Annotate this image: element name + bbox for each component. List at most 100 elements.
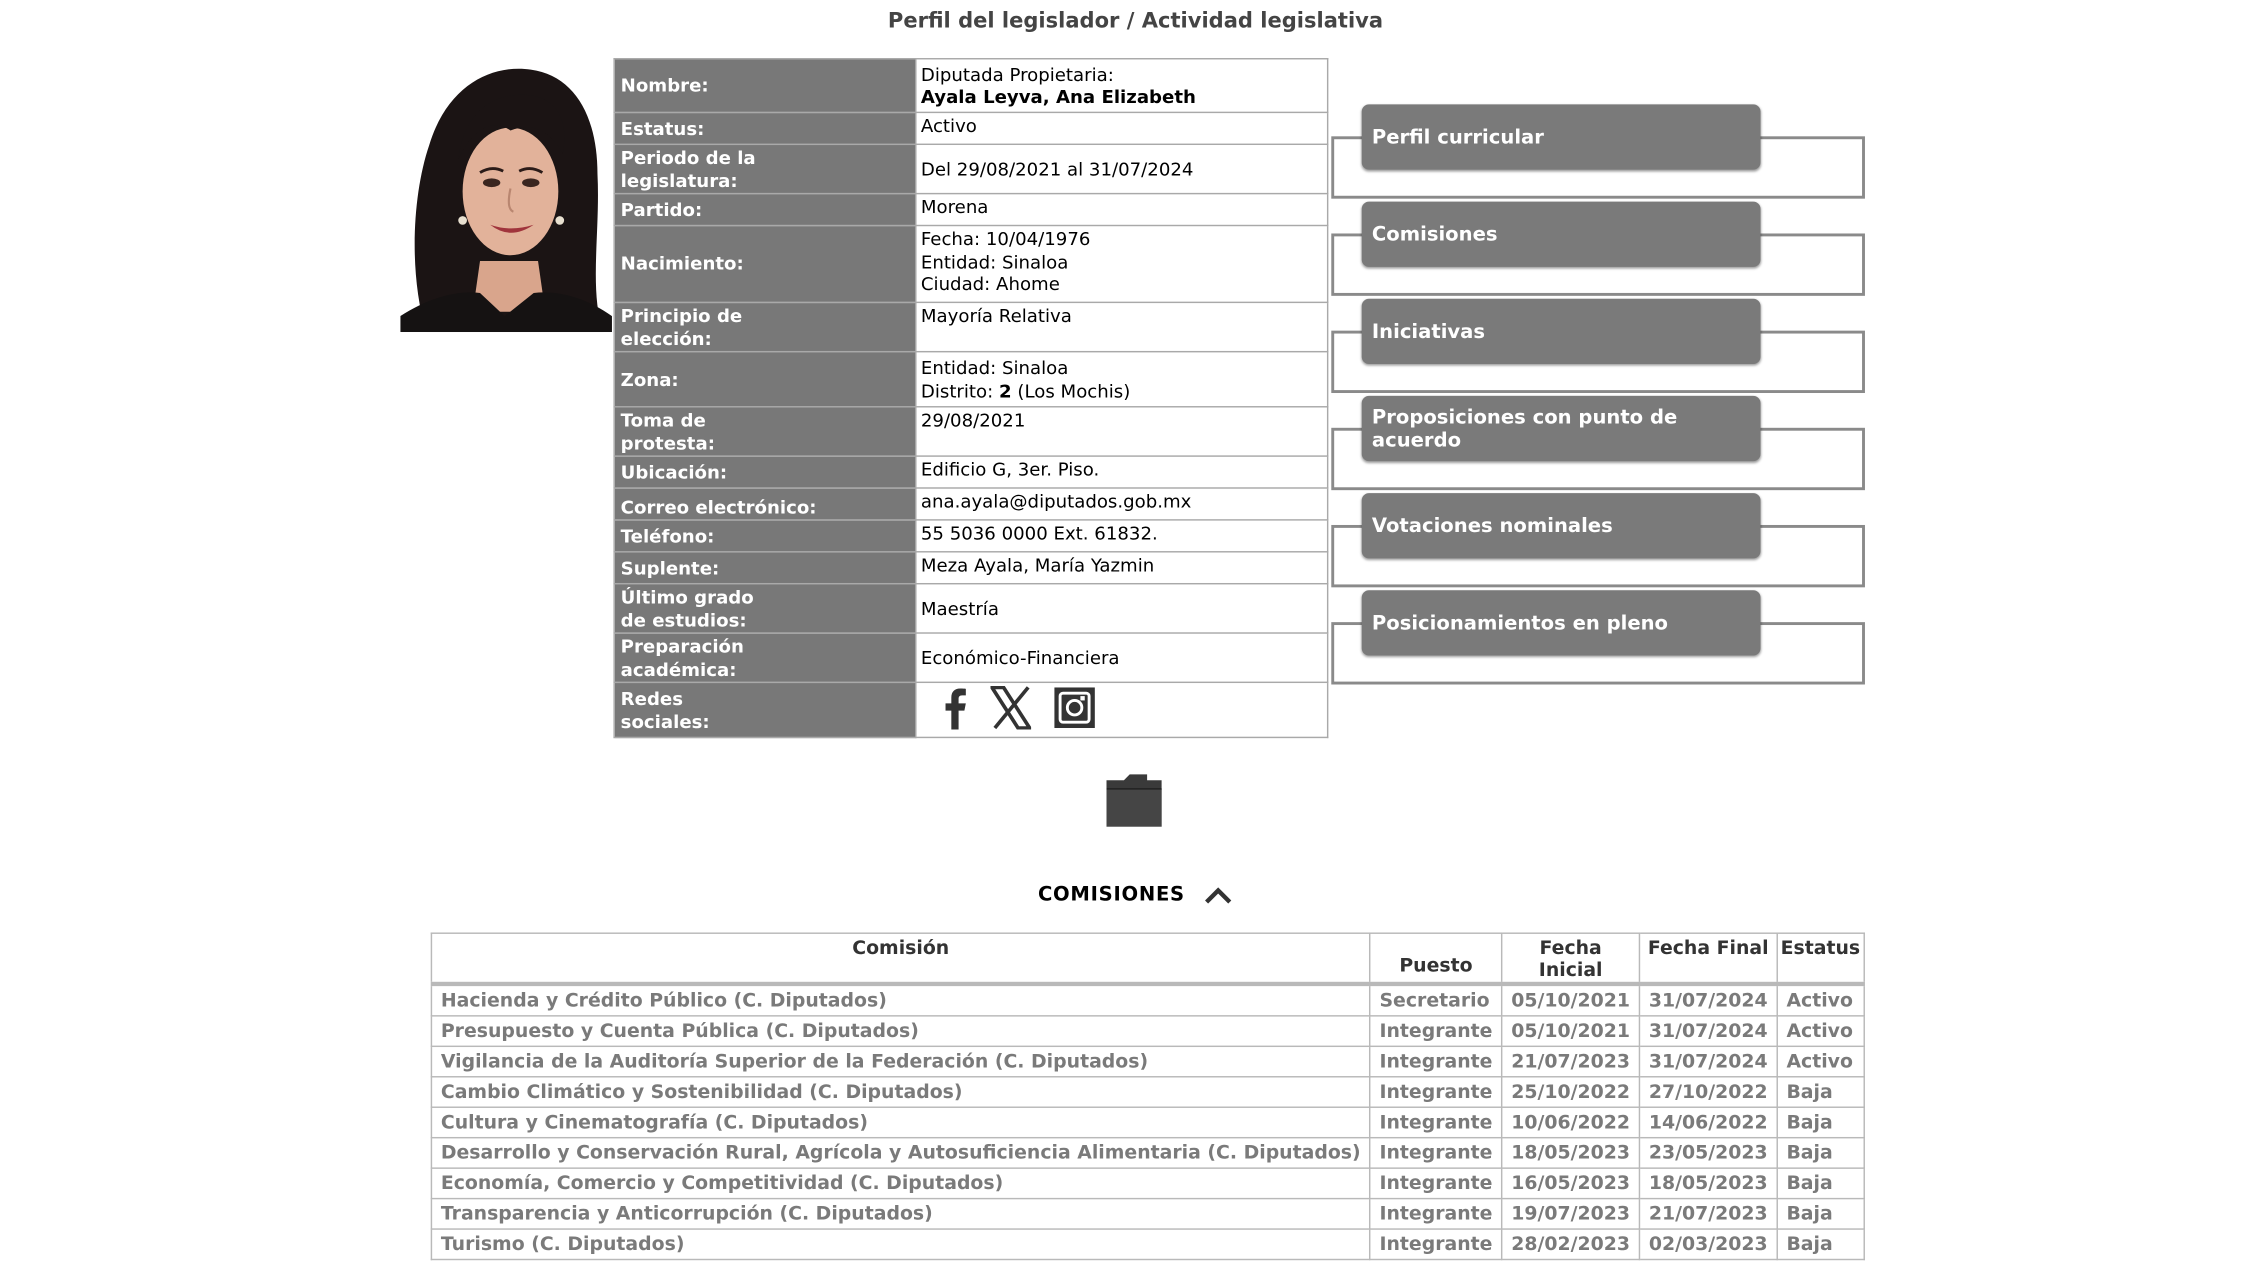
cell-comision[interactable]: Desarrollo y Conservación Rural, Agrícol…	[430, 1136, 1371, 1169]
col-puesto: Puesto	[1369, 932, 1503, 985]
comisiones-button[interactable]: Comisiones	[1361, 201, 1761, 267]
cell-puesto: Integrante	[1369, 1015, 1503, 1048]
cell-fecha-final: 27/10/2022	[1638, 1076, 1778, 1108]
cell-fecha-final: 31/07/2024	[1638, 1045, 1778, 1078]
table-row: Vigilancia de la Auditoría Superior de l…	[430, 1045, 1865, 1078]
cell-comision[interactable]: Economía, Comercio y Competitividad (C. …	[430, 1167, 1371, 1200]
grado-label-2: de estudios:	[620, 608, 747, 631]
proposiciones-button[interactable]: Proposiciones con punto de acuerdo	[1361, 395, 1761, 462]
cell-fecha-inicial: 05/10/2021	[1501, 983, 1641, 1017]
redes-label-2: sociales:	[620, 709, 710, 732]
table-row: Cultura y Cinematografía (C. Diputados) …	[430, 1106, 1865, 1139]
cell-puesto: Integrante	[1369, 1076, 1503, 1108]
comisiones-table: Comisión Puesto Fecha Inicial Fecha Fina…	[430, 932, 1865, 1261]
cell-puesto: Integrante	[1369, 1136, 1503, 1169]
cell-comision[interactable]: Transparencia y Anticorrupción (C. Diput…	[430, 1197, 1371, 1230]
correo-value[interactable]: ana.ayala@diputados.gob.mx	[915, 487, 1329, 521]
iniciativas-button[interactable]: Iniciativas	[1361, 298, 1761, 365]
periodo-value: Del 29/08/2021 al 31/07/2024	[915, 143, 1329, 195]
cell-fecha-inicial: 18/05/2023	[1501, 1136, 1641, 1169]
profile-info-table: Nombre: Diputada Propietaria: Ayala Leyv…	[613, 58, 1329, 739]
cell-comision[interactable]: Vigilancia de la Auditoría Superior de l…	[430, 1045, 1371, 1078]
principio-label: Principio de elección:	[613, 301, 917, 353]
principio-label-2: elección:	[620, 327, 712, 349]
facebook-icon[interactable]	[944, 686, 967, 735]
zona-distrito-number: 2	[999, 379, 1012, 401]
menu-comisiones: Comisiones	[1331, 201, 1865, 299]
cell-fecha-final: 18/05/2023	[1638, 1167, 1778, 1200]
comisiones-heading-label: COMISIONES	[1037, 883, 1185, 907]
cell-fecha-inicial: 10/06/2022	[1501, 1106, 1641, 1139]
ubicacion-value: Edificio G, 3er. Piso.	[915, 455, 1329, 489]
toma-label-2: protesta:	[620, 431, 715, 454]
cell-puesto: Integrante	[1369, 1167, 1503, 1200]
votaciones-button[interactable]: Votaciones nominales	[1361, 493, 1761, 559]
comisiones-heading[interactable]: COMISIONES	[0, 883, 2242, 906]
telefono-value: 55 5036 0000 Ext. 61832.	[915, 519, 1329, 553]
cell-comision[interactable]: Presupuesto y Cuenta Pública (C. Diputad…	[430, 1015, 1371, 1048]
correo-label: Correo electrónico:	[613, 487, 917, 521]
nombre-label: Nombre:	[613, 58, 917, 114]
perfil-curricular-button[interactable]: Perfil curricular	[1361, 104, 1761, 170]
posicionamientos-button[interactable]: Posicionamientos en pleno	[1361, 590, 1761, 656]
suplente-value: Meza Ayala, María Yazmin	[915, 551, 1329, 585]
social-links	[921, 685, 1323, 735]
menu-perfil-curricular: Perfil curricular	[1331, 104, 1865, 201]
page: Perfil del legislador / Actividad legisl…	[0, 0, 2242, 1267]
instagram-icon[interactable]	[1054, 687, 1095, 733]
toma-value: 29/08/2021	[915, 406, 1329, 457]
cell-fecha-final: 23/05/2023	[1638, 1136, 1778, 1169]
cell-puesto: Secretario	[1369, 983, 1503, 1017]
preparacion-label-2: académica:	[620, 657, 737, 680]
menu-votaciones: Votaciones nominales	[1331, 493, 1865, 590]
zona-label: Zona:	[613, 350, 917, 408]
partido-label: Partido:	[613, 192, 917, 227]
telefono-label: Teléfono:	[613, 519, 917, 553]
cell-estatus: Activo	[1776, 983, 1865, 1017]
cell-comision[interactable]: Hacienda y Crédito Público (C. Diputados…	[430, 983, 1371, 1017]
nac-entidad: Entidad: Sinaloa	[920, 250, 1069, 272]
menu-iniciativas: Iniciativas	[1331, 298, 1865, 396]
nac-ciudad: Ciudad: Ahome	[920, 272, 1060, 295]
cell-comision[interactable]: Cultura y Cinematografía (C. Diputados)	[430, 1106, 1371, 1139]
cell-comision[interactable]: Cambio Climático y Sostenibilidad (C. Di…	[430, 1076, 1371, 1108]
table-row: Desarrollo y Conservación Rural, Agrícol…	[430, 1136, 1865, 1169]
x-icon[interactable]	[988, 685, 1033, 735]
redes-value	[915, 681, 1329, 739]
nombre-value: Diputada Propietaria: Ayala Leyva, Ana E…	[915, 58, 1329, 114]
cell-fecha-final: 21/07/2023	[1638, 1197, 1778, 1230]
preparacion-value: Económico-Financiera	[915, 632, 1329, 684]
cell-fecha-inicial: 25/10/2022	[1501, 1076, 1641, 1108]
redes-label-1: Redes	[620, 687, 683, 710]
menu-proposiciones: Proposiciones con punto de acuerdo	[1331, 395, 1865, 493]
zona-distrito: Distrito: 2 (Los Mochis)	[921, 379, 1323, 401]
estatus-value: Activo	[915, 111, 1329, 146]
cell-estatus: Baja	[1776, 1106, 1865, 1139]
periodo-label: Periodo de la legislatura:	[613, 143, 917, 195]
table-row: Hacienda y Crédito Público (C. Diputados…	[430, 983, 1865, 1017]
cell-estatus: Activo	[1776, 1045, 1865, 1078]
cell-puesto: Integrante	[1369, 1045, 1503, 1078]
principio-label-1: Principio de	[620, 304, 743, 327]
col-estatus: Estatus	[1776, 932, 1865, 985]
preparacion-label-1: Preparación	[620, 635, 744, 657]
legislator-photo	[400, 58, 612, 333]
folder-icon[interactable]	[1104, 772, 1165, 830]
partido-value: Morena	[915, 192, 1329, 227]
chevron-up-icon[interactable]	[1204, 886, 1233, 904]
nacimiento-value: Fecha: 10/04/1976 Entidad: Sinaloa Ciuda…	[915, 224, 1329, 304]
table-row: Presupuesto y Cuenta Pública (C. Diputad…	[430, 1015, 1865, 1048]
cell-fecha-inicial: 21/07/2023	[1501, 1045, 1641, 1078]
ubicacion-label: Ubicación:	[613, 455, 917, 489]
cell-estatus: Baja	[1776, 1167, 1865, 1200]
toma-label: Toma de protesta:	[613, 406, 917, 457]
estatus-label: Estatus:	[613, 111, 917, 146]
cell-fecha-inicial: 16/05/2023	[1501, 1167, 1641, 1200]
cell-estatus: Baja	[1776, 1136, 1865, 1169]
principio-value: Mayoría Relativa	[915, 301, 1329, 353]
grado-label-1: Último grado	[620, 585, 754, 608]
zona-value: Entidad: Sinaloa Distrito: 2 (Los Mochis…	[915, 350, 1329, 408]
nacimiento-label: Nacimiento:	[613, 224, 917, 304]
grado-value: Maestría	[915, 582, 1329, 634]
cell-estatus: Baja	[1776, 1076, 1865, 1108]
